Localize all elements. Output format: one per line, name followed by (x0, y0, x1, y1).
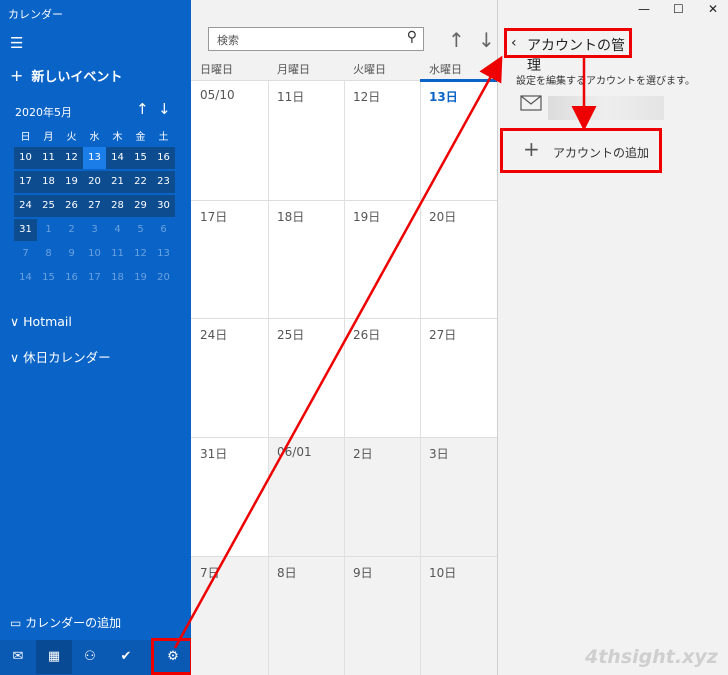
annotation-arrows (173, 55, 597, 649)
arrow-gear-to-title (173, 55, 503, 649)
watermark: 4thsight.xyz (585, 646, 718, 668)
